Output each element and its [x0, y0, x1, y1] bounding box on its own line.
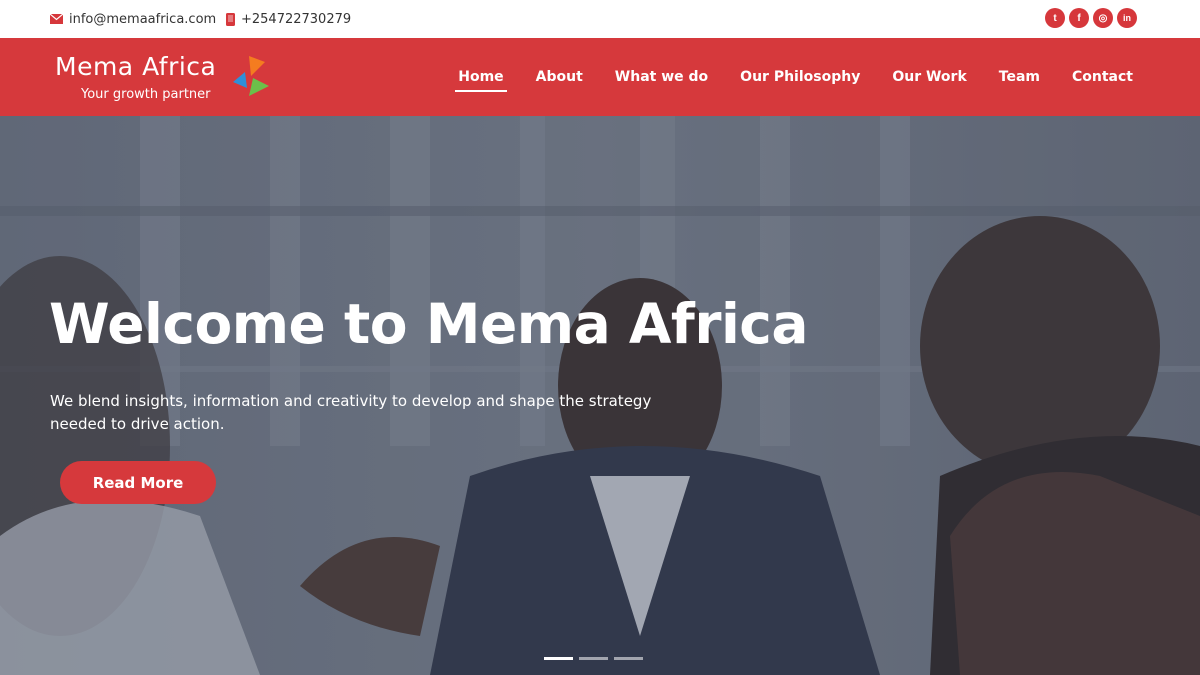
- social-links: t f ◎ in: [1045, 8, 1137, 28]
- main-navbar: Mema Africa Your growth partner Home Abo…: [0, 38, 1200, 116]
- twitter-icon[interactable]: t: [1045, 8, 1065, 28]
- slide-indicator-1[interactable]: [544, 657, 573, 660]
- logo-triangles-icon: [233, 56, 269, 96]
- brand-logo[interactable]: Mema Africa Your growth partner: [55, 46, 285, 110]
- email-contact[interactable]: info@memaafrica.com: [50, 0, 216, 38]
- slide-indicator-3[interactable]: [614, 657, 643, 660]
- instagram-icon[interactable]: ◎: [1093, 8, 1113, 28]
- facebook-icon[interactable]: f: [1069, 8, 1089, 28]
- linkedin-icon[interactable]: in: [1117, 8, 1137, 28]
- read-more-button[interactable]: Read More: [60, 461, 216, 504]
- top-bar: info@memaafrica.com +254722730279 t f ◎ …: [0, 0, 1200, 38]
- phone-contact[interactable]: +254722730279: [226, 0, 351, 38]
- nav-contact[interactable]: Contact: [1072, 63, 1133, 91]
- hero-title: Welcome to Mema Africa: [49, 292, 809, 356]
- email-text: info@memaafrica.com: [69, 11, 217, 27]
- slide-indicator-2[interactable]: [579, 657, 608, 660]
- brand-tagline: Your growth partner: [81, 87, 211, 102]
- envelope-icon: [50, 14, 63, 24]
- nav-about[interactable]: About: [536, 63, 583, 91]
- brand-name: Mema Africa: [55, 52, 217, 81]
- hero-description: We blend insights, information and creat…: [50, 392, 652, 433]
- hero-slider: Welcome to Mema Africa We blend insights…: [0, 116, 1200, 675]
- nav-team[interactable]: Team: [999, 63, 1040, 91]
- phone-text: +254722730279: [241, 11, 352, 27]
- mobile-phone-icon: [226, 12, 235, 26]
- nav-our-philosophy[interactable]: Our Philosophy: [740, 63, 860, 91]
- primary-nav: Home About What we do Our Philosophy Our…: [442, 38, 1149, 116]
- nav-our-work[interactable]: Our Work: [892, 63, 966, 91]
- nav-home[interactable]: Home: [455, 63, 508, 92]
- slider-indicators: [544, 657, 643, 660]
- nav-what-we-do[interactable]: What we do: [615, 63, 708, 91]
